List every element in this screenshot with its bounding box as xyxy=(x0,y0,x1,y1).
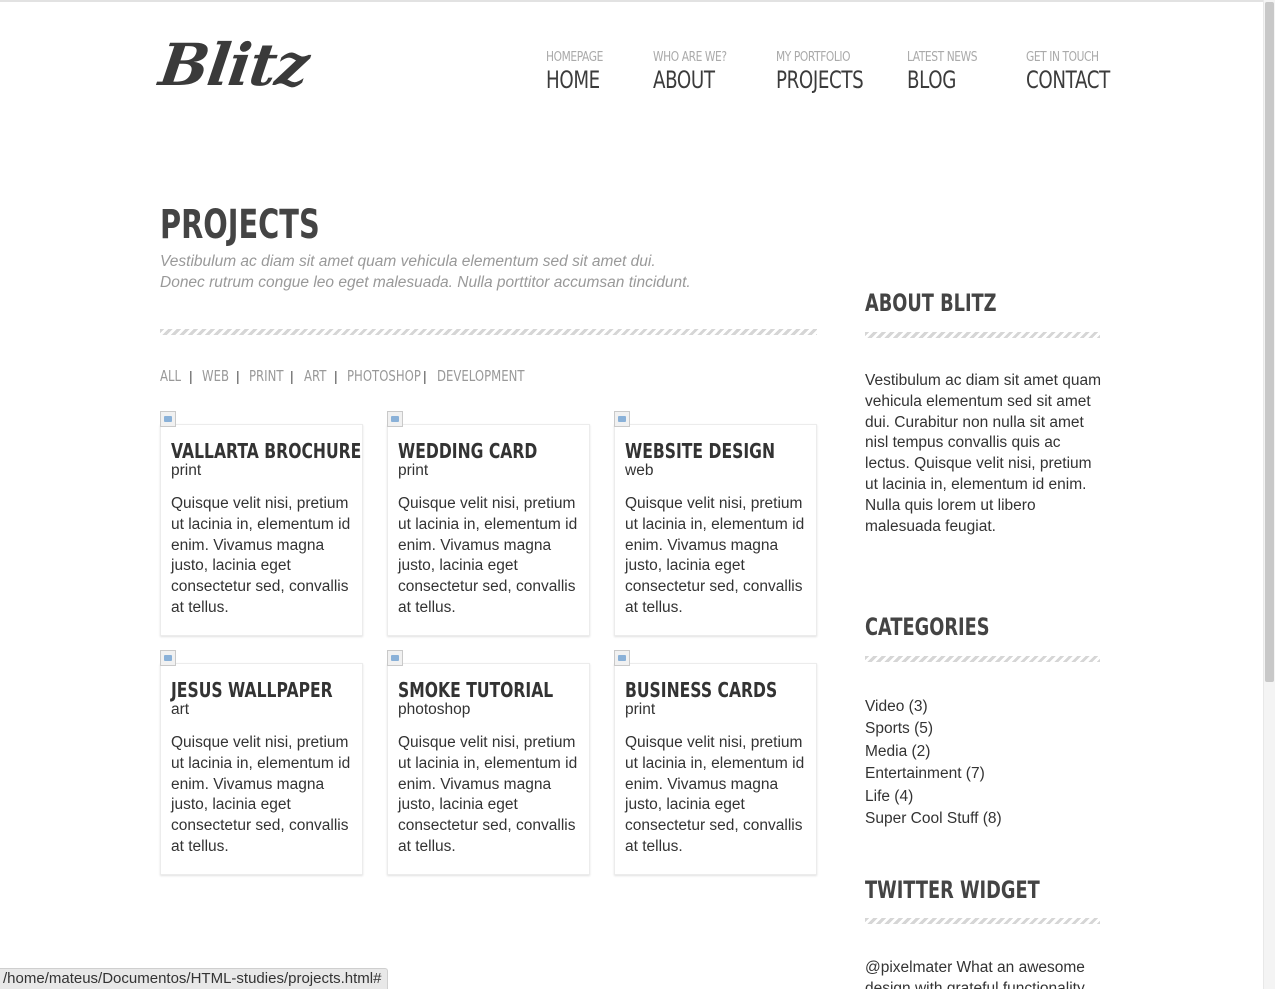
filter-web[interactable]: WEB xyxy=(202,367,229,385)
project-description: Quisque velit nisi, pretium ut lacinia i… xyxy=(625,734,805,855)
project-category: print xyxy=(625,701,656,718)
nav-about-label: ABOUT xyxy=(653,66,715,94)
filter-separator: | xyxy=(334,368,338,384)
nav-blog[interactable]: LATEST NEWS BLOG xyxy=(907,50,992,94)
category-entertainment[interactable]: Entertainment (7) xyxy=(865,763,1002,785)
filter-all[interactable]: ALL xyxy=(160,367,181,385)
nav-home-subtitle: HOMEPAGE xyxy=(546,50,603,65)
filter-photoshop[interactable]: PHOTOSHOP xyxy=(347,367,421,385)
project-title[interactable]: WEDDING CARD xyxy=(398,440,537,462)
project-description: Quisque velit nisi, pretium ut lacinia i… xyxy=(625,495,805,616)
project-title[interactable]: BUSINESS CARDS xyxy=(625,679,777,701)
categories-heading: CATEGORIES xyxy=(865,613,990,641)
category-life[interactable]: Life (4) xyxy=(865,786,1002,808)
filter-separator: | xyxy=(290,368,294,384)
project-title[interactable]: JESUS WALLPAPER xyxy=(171,679,333,701)
status-bar-url: /home/mateus/Documentos/HTML-studies/pro… xyxy=(0,968,389,989)
scrollbar-thumb[interactable] xyxy=(1265,2,1274,682)
vertical-scrollbar[interactable] xyxy=(1263,0,1275,989)
project-title[interactable]: SMOKE TUTORIAL xyxy=(398,679,553,701)
nav-home[interactable]: HOMEPAGE HOME xyxy=(546,50,617,94)
filter-separator: | xyxy=(189,368,193,384)
broken-image-icon xyxy=(387,650,403,666)
nav-about-subtitle: WHO ARE WE? xyxy=(653,50,727,65)
site-logo[interactable]: Blitz xyxy=(155,30,313,100)
broken-image-icon xyxy=(160,650,176,666)
project-category: photoshop xyxy=(398,701,471,718)
project-description: Quisque velit nisi, pretium ut lacinia i… xyxy=(171,734,351,855)
twitter-divider xyxy=(865,918,1100,924)
project-category: web xyxy=(625,462,654,479)
window-top-border xyxy=(0,0,1275,2)
nav-contact-subtitle: GET IN TOUCH xyxy=(1026,50,1099,65)
nav-projects-label: PROJECTS xyxy=(776,66,864,94)
project-card[interactable]: WEDDING CARD print Quisque velit nisi, p… xyxy=(387,411,590,636)
categories-divider xyxy=(865,656,1100,662)
nav-contact[interactable]: GET IN TOUCH CONTACT xyxy=(1026,50,1136,94)
project-category: print xyxy=(398,462,429,479)
project-description: Quisque velit nisi, pretium ut lacinia i… xyxy=(171,495,351,616)
category-sports[interactable]: Sports (5) xyxy=(865,718,1002,740)
nav-projects-subtitle: MY PORTFOLIO xyxy=(776,50,851,65)
category-media[interactable]: Media (2) xyxy=(865,741,1002,763)
about-heading: ABOUT BLITZ xyxy=(865,289,997,317)
nav-blog-label: BLOG xyxy=(907,66,956,94)
project-card[interactable]: JESUS WALLPAPER art Quisque velit nisi, … xyxy=(160,650,363,875)
project-card[interactable]: VALLARTA BROCHURE print Quisque velit ni… xyxy=(160,411,363,636)
category-super-cool-stuff[interactable]: Super Cool Stuff (8) xyxy=(865,808,1002,830)
project-category: art xyxy=(171,701,190,718)
nav-projects[interactable]: MY PORTFOLIO PROJECTS xyxy=(776,50,891,94)
broken-image-icon xyxy=(614,411,630,427)
project-title[interactable]: VALLARTA BROCHURE xyxy=(171,440,361,462)
project-title[interactable]: WEBSITE DESIGN xyxy=(625,440,775,462)
filter-separator: | xyxy=(236,368,240,384)
project-card[interactable]: BUSINESS CARDS print Quisque velit nisi,… xyxy=(614,650,817,875)
filter-separator: | xyxy=(423,368,427,384)
broken-image-icon xyxy=(387,411,403,427)
page-intro: Vestibulum ac diam sit amet quam vehicul… xyxy=(160,253,691,291)
category-video[interactable]: Video (3) xyxy=(865,696,1002,718)
about-divider xyxy=(865,332,1100,338)
filter-art[interactable]: ART xyxy=(304,367,326,385)
broken-image-icon xyxy=(160,411,176,427)
about-text: Vestibulum ac diam sit amet quam vehicul… xyxy=(865,372,1102,535)
project-description: Quisque velit nisi, pretium ut lacinia i… xyxy=(398,734,578,855)
twitter-heading: TWITTER WIDGET xyxy=(865,876,1040,904)
section-divider xyxy=(160,329,817,335)
project-card[interactable]: WEBSITE DESIGN web Quisque velit nisi, p… xyxy=(614,411,817,636)
nav-home-label: HOME xyxy=(546,66,600,94)
filter-development[interactable]: DEVELOPMENT xyxy=(437,367,525,385)
nav-blog-subtitle: LATEST NEWS xyxy=(907,50,978,65)
page-title: PROJECTS xyxy=(160,202,320,248)
filter-print[interactable]: PRINT xyxy=(249,367,284,385)
broken-image-icon xyxy=(614,650,630,666)
categories-list: Video (3) Sports (5) Media (2) Entertain… xyxy=(865,696,1002,830)
nav-about[interactable]: WHO ARE WE? ABOUT xyxy=(653,50,743,94)
project-category: print xyxy=(171,462,202,479)
project-description: Quisque velit nisi, pretium ut lacinia i… xyxy=(398,495,578,616)
tweet-text: @pixelmater What an awesome design with … xyxy=(865,959,1085,989)
project-card[interactable]: SMOKE TUTORIAL photoshop Quisque velit n… xyxy=(387,650,590,875)
nav-contact-label: CONTACT xyxy=(1026,66,1110,94)
